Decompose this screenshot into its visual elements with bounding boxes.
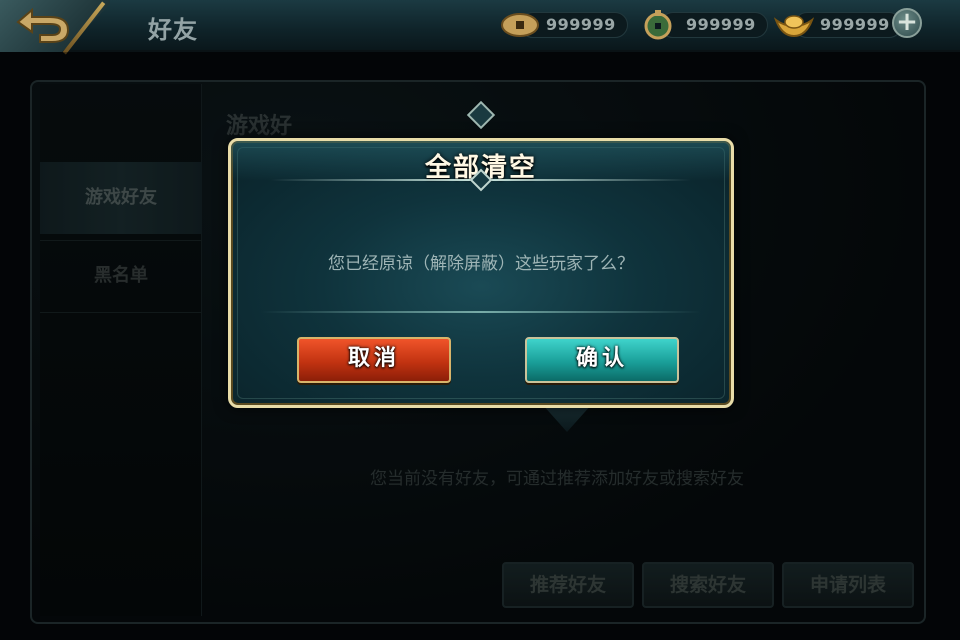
currency-amount: 999999 (686, 15, 756, 34)
copper-coin-icon (501, 13, 539, 37)
plus-icon: + (896, 7, 918, 37)
back-arrow-icon (16, 8, 70, 43)
message-divider-line (261, 311, 701, 313)
dialog-message: 您已经原谅（解除屏蔽）这些玩家了么？ (328, 254, 634, 274)
currency-amount: 999999 (820, 15, 890, 34)
jade-coin-icon (644, 10, 672, 40)
confirm-button[interactable]: 确认 (525, 337, 679, 383)
currency-amount: 999999 (546, 15, 616, 34)
back-button[interactable] (0, 0, 110, 52)
add-currency-button[interactable]: + (892, 8, 922, 38)
page-title: 好友 (148, 16, 198, 44)
currency-copper: 999999 (500, 10, 628, 40)
currency-jade: 999999 (640, 10, 768, 40)
gold-ingot-icon (774, 15, 814, 38)
cancel-button[interactable]: 取消 (297, 337, 451, 383)
clear-all-dialog: 全部清空 您已经原谅（解除屏蔽）这些玩家了么？ 取消 确认 (228, 100, 734, 408)
currency-gold: 999999 (774, 10, 902, 40)
top-bar: 好友 999999 999999 999999 + (0, 0, 960, 55)
